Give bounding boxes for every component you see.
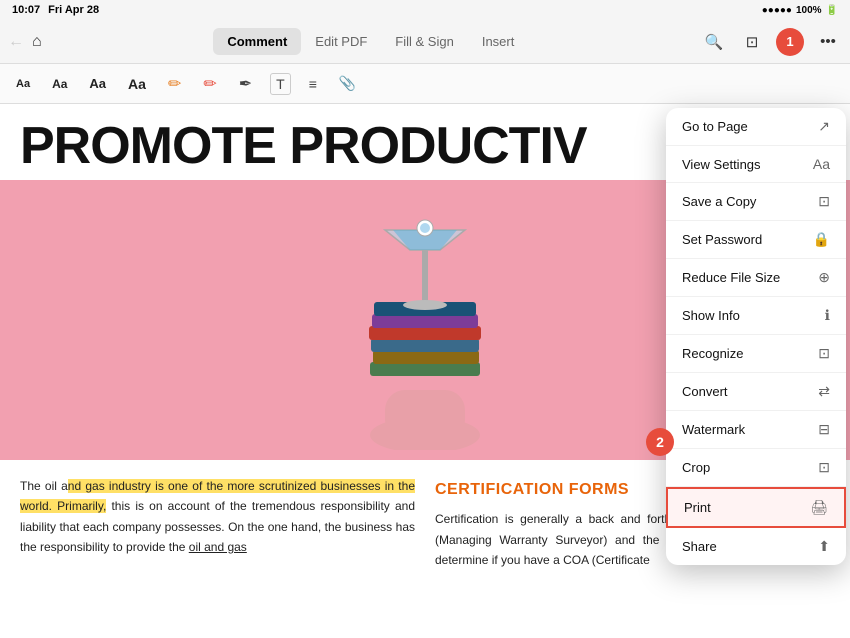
font-size-small-1[interactable]: Aa [12,74,34,94]
font-size-large[interactable]: Aa [124,72,150,96]
menu-item-recognize[interactable]: Recognize ⊡ [666,335,846,373]
annotation-toolbar: Aa Aa Aa Aa ✏ ✏ ✒ T ≡ 📎 [0,64,850,104]
attach-tool[interactable]: 📎 [335,71,360,96]
share-toolbar-button[interactable]: ⊡ [738,28,766,56]
show-info-icon: ℹ [825,307,830,324]
recognize-icon: ⊡ [818,345,830,362]
menu-item-convert[interactable]: Convert ⇄ [666,373,846,411]
set-password-icon: 🔒 [813,231,830,248]
go-to-page-icon: ↗ [818,118,830,135]
cocktail-scene-svg [275,190,575,450]
pdf-col-left: The oil and gas industry is one of the m… [20,476,415,570]
nav-buttons: ← ⌂ [8,33,42,51]
status-left: 10:07 Fri Apr 28 [12,4,99,16]
menu-item-set-password[interactable]: Set Password 🔒 [666,221,846,259]
menu-item-print[interactable]: Print 🖨 [666,487,846,528]
font-size-small-2[interactable]: Aa [48,73,71,95]
status-right: ●●●●● 100% 🔋 [762,5,838,16]
search-button[interactable]: 🔍 [700,28,728,56]
convert-icon: ⇄ [818,383,830,400]
menu-item-go-to-page[interactable]: Go to Page ↗ [666,108,846,146]
date: Fri Apr 28 [48,4,99,16]
watermark-icon: ⊟ [818,421,830,438]
time: 10:07 [12,4,40,16]
highlight-tool[interactable]: ✏ [164,70,185,98]
reduce-file-size-icon: ⊕ [818,269,830,286]
toolbar-left: ← ⌂ [8,33,42,51]
view-settings-icon: Aa [813,156,830,172]
home-button[interactable]: ⌂ [32,33,42,51]
menu-item-watermark[interactable]: Watermark ⊟ [666,411,846,449]
stamp-tool[interactable]: ≡ [305,72,321,96]
signal-icon: ●●●●● [762,5,792,16]
main-toolbar: ← ⌂ Comment Edit PDF Fill & Sign Insert … [0,20,850,64]
tab-insert[interactable]: Insert [468,28,529,55]
step-1-badge[interactable]: 1 [776,28,804,56]
step-badge-2: 2 [646,428,674,456]
print-icon: 🖨 [810,499,828,516]
tab-bar: Comment Edit PDF Fill & Sign Insert [213,28,528,55]
underlined-text: oil and gas [189,540,247,554]
body-text-left-1: The oil a [20,479,68,493]
share-icon: ⬆ [818,538,830,555]
crop-icon: ⊡ [818,459,830,476]
more-menu-button[interactable]: ••• [814,28,842,56]
toolbar-right: 🔍 ⊡ 1 ••• [700,28,842,56]
menu-item-reduce-file-size[interactable]: Reduce File Size ⊕ [666,259,846,297]
pen-tool[interactable]: ✒ [235,70,256,98]
tab-comment[interactable]: Comment [213,28,301,55]
battery-label: 100% [796,5,822,16]
tab-edit-pdf[interactable]: Edit PDF [301,28,381,55]
text-tool[interactable]: T [270,73,291,95]
status-bar: 10:07 Fri Apr 28 ●●●●● 100% 🔋 [0,0,850,20]
save-copy-icon: ⊡ [818,193,830,210]
menu-item-save-a-copy[interactable]: Save a Copy ⊡ [666,183,846,221]
menu-item-crop[interactable]: Crop ⊡ [666,449,846,487]
tab-fill-sign[interactable]: Fill & Sign [381,28,468,55]
menu-item-view-settings[interactable]: View Settings Aa [666,146,846,183]
menu-item-share[interactable]: Share ⬆ [666,528,846,565]
battery-icon: 🔋 [826,5,838,16]
underline-tool[interactable]: ✏ [199,70,220,98]
menu-item-show-info[interactable]: Show Info ℹ [666,297,846,335]
main-area: PROMOTE PRODUCTIV [0,104,850,638]
back-button[interactable]: ← [8,33,24,51]
dropdown-menu: Go to Page ↗ View Settings Aa Save a Cop… [666,108,846,565]
font-size-medium[interactable]: Aa [85,72,110,95]
